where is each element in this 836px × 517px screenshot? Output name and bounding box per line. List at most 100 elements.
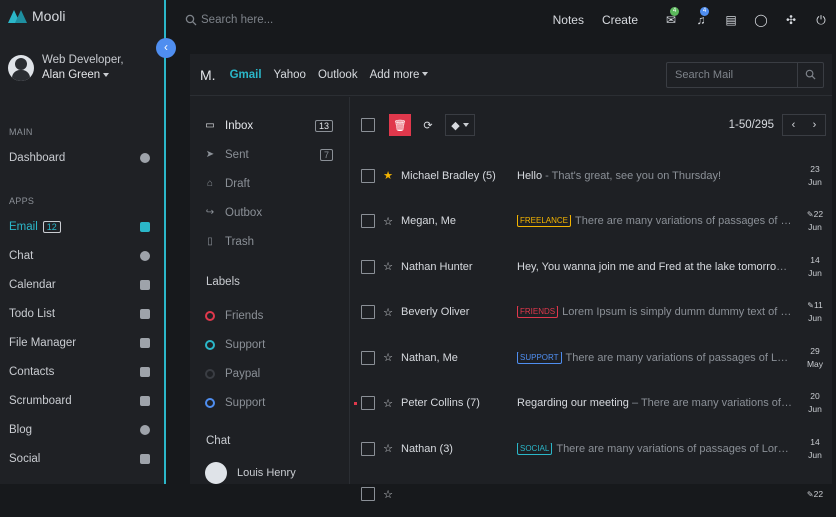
next-page-button[interactable]: › — [813, 119, 817, 131]
table-row[interactable]: ☆ Beverly OliverFRIENDSLorem Ipsum is sim… — [351, 290, 832, 336]
row-checkbox[interactable] — [361, 260, 375, 274]
sidebar-item-todo-list[interactable]: Todo List — [0, 299, 160, 328]
star-icon[interactable]: ☆ — [383, 442, 393, 455]
date: 14Jun — [798, 436, 832, 462]
user-name: Alan Green — [42, 69, 100, 81]
avatar — [205, 462, 227, 484]
sender: Megan, Me — [401, 215, 517, 227]
chat-user[interactable]: Louis Henry — [190, 460, 349, 484]
translate-icon: ▤ — [725, 13, 736, 27]
table-row[interactable]: ☆ Megan, MeFREELANCE There are many variat… — [351, 199, 832, 245]
notifications-button[interactable]: ♫4 — [686, 0, 716, 40]
delete-button[interactable]: 🗑 — [389, 114, 411, 136]
table-row[interactable]: ☆Peter Collins (7)Regarding our meeting … — [351, 381, 832, 427]
preview-text: There are many variations of passages of… — [575, 215, 798, 227]
mail-search-input[interactable]: Search Mail — [666, 62, 824, 88]
row-checkbox[interactable] — [361, 487, 375, 501]
language-button[interactable]: ▤ — [716, 0, 746, 40]
brand[interactable]: Mooli — [8, 8, 65, 24]
tab-add-more[interactable]: Add more — [370, 69, 429, 81]
tag-badge: FREELANCE — [517, 215, 571, 227]
sidebar-item-email[interactable]: Email12 — [0, 212, 160, 241]
sidebar-item-chat[interactable]: Chat — [0, 241, 160, 270]
power-button[interactable]: ⏻ — [806, 0, 836, 40]
create-link[interactable]: Create — [602, 13, 638, 27]
user-role: Web Developer, — [42, 54, 124, 66]
folder-sent[interactable]: ➤Sent7 — [190, 140, 349, 169]
user-name-dropdown[interactable]: Alan Green — [42, 69, 124, 81]
sidebar-item-social[interactable]: Social — [0, 444, 160, 473]
folder-inbox[interactable]: ▭Inbox13 — [190, 111, 349, 140]
star-icon[interactable]: ★ — [383, 169, 393, 182]
row-checkbox[interactable] — [361, 169, 375, 183]
table-row[interactable]: ★Michael Bradley (5)Hello - That's great… — [351, 153, 832, 199]
caret-down-icon — [463, 123, 469, 127]
sidebar-item-contacts[interactable]: Contacts — [0, 357, 160, 386]
table-row[interactable]: ☆Nathan, MeSUPPORTThere are many variati… — [351, 335, 832, 381]
label-ring-icon — [205, 398, 215, 408]
label-support[interactable]: Support — [190, 330, 349, 359]
folder-label: Inbox — [225, 120, 253, 132]
preview-text: Lorem Ipsum is simply dumm dummy text of… — [562, 306, 798, 318]
list-icon — [140, 309, 150, 319]
user-profile[interactable]: Web Developer, Alan Green — [8, 54, 124, 81]
topbar-actions: Notes Create ✉4 ♫4 ▤ ◯ ✣ ⏻ — [553, 0, 836, 40]
chat-header: Chat — [190, 423, 349, 460]
folder-outbox[interactable]: ↪Outbox — [190, 198, 349, 227]
star-icon[interactable]: ☆ — [383, 260, 393, 273]
row-checkbox[interactable] — [361, 305, 375, 319]
tag-dropdown-button[interactable]: ◆ — [445, 114, 475, 136]
sidebar-item-scrumboard[interactable]: Scrumboard — [0, 386, 160, 415]
folder-trash[interactable]: ▯Trash — [190, 227, 349, 256]
fullscreen-button[interactable]: ✣ — [776, 0, 806, 40]
sidebar-item-calendar[interactable]: Calendar — [0, 270, 160, 299]
star-icon[interactable]: ☆ — [383, 397, 393, 410]
collapse-sidebar-button[interactable]: ‹ — [156, 38, 176, 58]
folder-draft[interactable]: ⌂Draft — [190, 169, 349, 198]
label-friends[interactable]: Friends — [190, 301, 349, 330]
day: 22 — [814, 489, 823, 499]
mail-button[interactable]: ✉4 — [656, 0, 686, 40]
sidebar-item-blog[interactable]: Blog — [0, 415, 160, 444]
global-search[interactable]: Search here... — [185, 14, 273, 26]
tab-gmail[interactable]: Gmail — [230, 69, 262, 81]
tab-outlook[interactable]: Outlook — [318, 69, 358, 81]
row-checkbox[interactable] — [361, 442, 375, 456]
chat-button[interactable]: ◯ — [746, 0, 776, 40]
label-text: Friends — [225, 310, 263, 322]
tab-yahoo[interactable]: Yahoo — [274, 69, 306, 81]
row-checkbox[interactable] — [361, 351, 375, 365]
table-row[interactable]: ☆✎22 — [351, 472, 832, 517]
mail-folders: ▭Inbox13 ➤Sent7 ⌂Draft ↪Outbox ▯Trash La… — [190, 97, 350, 484]
sidebar-item-file-manager[interactable]: File Manager — [0, 328, 160, 357]
sidebar-item-dashboard[interactable]: Dashboard — [0, 143, 160, 172]
message-preview: SOCIALThere are many variations of passa… — [517, 443, 798, 455]
power-icon: ⏻ — [816, 13, 826, 28]
notes-link[interactable]: Notes — [553, 13, 584, 27]
row-checkbox[interactable] — [361, 396, 375, 410]
prev-page-button[interactable]: ‹ — [792, 119, 796, 131]
message-preview: FRIENDSLorem Ipsum is simply dumm dummy … — [517, 306, 798, 318]
star-icon[interactable]: ☆ — [383, 306, 393, 319]
message-preview: Regarding our meeting – There are many v… — [517, 397, 798, 409]
draft-icon: ⌂ — [205, 178, 215, 189]
caret-down-icon — [103, 73, 109, 77]
star-icon[interactable]: ☆ — [383, 215, 393, 228]
label-ring-icon — [205, 311, 215, 321]
select-all-checkbox[interactable] — [361, 118, 375, 132]
table-row[interactable]: ☆Nathan (3)SOCIALThere are many variatio… — [351, 426, 832, 472]
label-paypal[interactable]: Paypal — [190, 359, 349, 388]
sender: Beverly Oliver — [401, 306, 517, 318]
table-row[interactable]: ☆Nathan HunterHey, You wanna join me and… — [351, 244, 832, 290]
star-icon[interactable]: ☆ — [383, 488, 393, 501]
star-icon[interactable]: ☆ — [383, 351, 393, 364]
folder-icon — [140, 338, 150, 348]
label-support-2[interactable]: Support — [190, 388, 349, 417]
search-input[interactable]: Search here... — [201, 14, 273, 26]
row-checkbox[interactable] — [361, 214, 375, 228]
mail-search-button[interactable] — [797, 63, 823, 87]
calendar-icon — [140, 280, 150, 290]
refresh-button[interactable]: ⟳ — [417, 114, 439, 136]
chat-bubble-icon: ◯ — [754, 13, 767, 27]
sidebar-item-label: Blog — [9, 424, 32, 436]
